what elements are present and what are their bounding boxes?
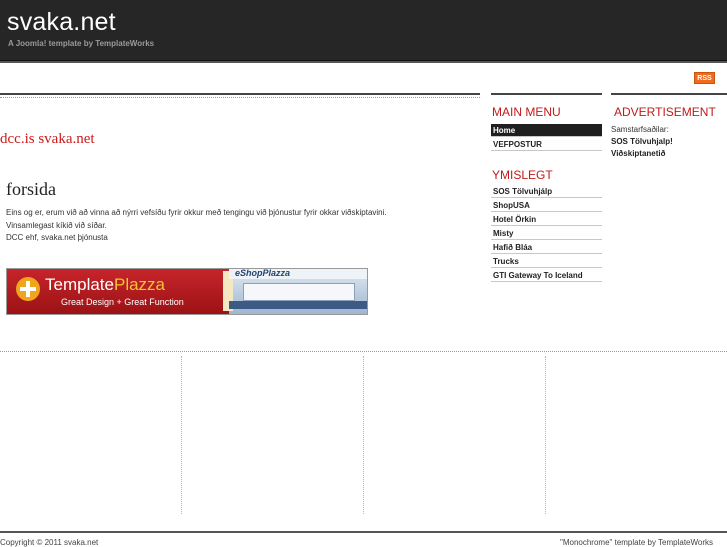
- ad-link[interactable]: Viðskiptanetið: [611, 149, 666, 158]
- banner-brand-part2: Plazza: [113, 275, 166, 294]
- footer-column-divider: [545, 356, 546, 514]
- banner-screenshot-nav: [229, 301, 367, 309]
- article-body: Eins og er, erum við að vinna að nýrri v…: [6, 207, 476, 245]
- ymislegt-item[interactable]: ShopUSA: [491, 199, 602, 212]
- ymislegt-item[interactable]: Trucks: [491, 255, 602, 268]
- footer-dotted-divider: [0, 351, 727, 352]
- article-line: Vinsamlegast kíkið við síðar.: [6, 220, 107, 230]
- templateplazza-banner[interactable]: TemplatePlazza Great Design + Great Func…: [6, 268, 368, 315]
- article-title: forsida: [6, 179, 56, 199]
- site-heading: dcc.is svaka.net: [0, 131, 95, 147]
- ymislegt-item[interactable]: GTI Gateway To Iceland: [491, 269, 602, 282]
- banner-brand-part1: Template: [45, 275, 114, 294]
- menu-item-home[interactable]: Home: [491, 124, 602, 137]
- footer-column-divider: [181, 356, 182, 514]
- content-dotted-divider: [0, 97, 480, 98]
- banner-left-panel: TemplatePlazza Great Design + Great Func…: [7, 269, 229, 314]
- site-title[interactable]: svaka.net: [7, 8, 116, 37]
- ad-link[interactable]: SOS Tölvuhjalp!: [611, 137, 673, 146]
- site-header: svaka.net A Joomla! template by Template…: [0, 0, 727, 61]
- ad-partners-label: Samstarfsaðilar:: [611, 125, 669, 134]
- content-top-rule: [0, 93, 480, 95]
- main-menu-heading: MAIN MENU: [492, 105, 561, 119]
- ymislegt-item[interactable]: Hotel Örkin: [491, 213, 602, 226]
- footer-copyright: Copyright © 2011 svaka.net: [0, 538, 99, 547]
- advertisement-heading: ADVERTISEMENT: [614, 105, 716, 119]
- banner-screenshot-logo: eShopPlazza: [235, 268, 291, 278]
- main-menu-header: MAIN MENU: [491, 93, 602, 124]
- banner-tagline: Great Design + Great Function: [61, 297, 184, 307]
- banner-screenshot-panel: [243, 283, 355, 301]
- footer-credit[interactable]: "Monochrome" template by TemplateWorks: [560, 538, 713, 547]
- ymislegt-item[interactable]: Hafið Bláa: [491, 241, 602, 254]
- ymislegt-heading: YMISLEGT: [492, 168, 553, 182]
- ymislegt-item[interactable]: SOS Tölvuhjálp: [491, 185, 602, 198]
- ymislegt-item[interactable]: Misty: [491, 227, 602, 240]
- advertisement-header: ADVERTISEMENT: [611, 93, 727, 124]
- plus-logo-icon: [16, 277, 40, 301]
- banner-brand: TemplatePlazza: [45, 275, 165, 295]
- ymislegt-header: YMISLEGT: [491, 158, 602, 187]
- header-divider: [0, 61, 727, 63]
- site-subtitle: A Joomla! template by TemplateWorks: [8, 39, 155, 48]
- banner-screenshot: eShopPlazza: [223, 268, 367, 314]
- menu-item-vefpostur[interactable]: VEFPOSTUR: [491, 138, 602, 151]
- rss-feed-button[interactable]: RSS: [694, 72, 715, 84]
- footer-column-divider: [363, 356, 364, 514]
- article-line: DCC ehf, svaka.net þjónusta: [6, 233, 108, 242]
- footer-rule: [0, 531, 727, 533]
- article-line: Eins og er, erum við að vinna að nýrri v…: [6, 208, 387, 217]
